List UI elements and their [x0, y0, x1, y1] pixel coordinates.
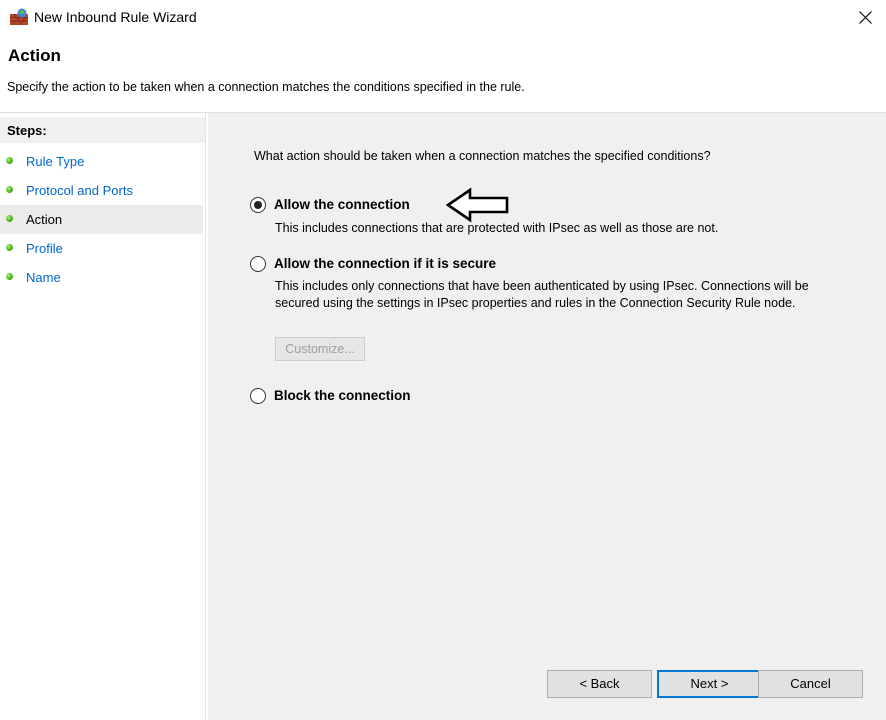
sidebar-item-label: Name [26, 270, 61, 285]
customize-button[interactable]: Customize... [275, 337, 365, 361]
allow-if-secure-description: This includes only connections that have… [275, 279, 809, 310]
page-title: Action [8, 46, 61, 65]
sidebar-item-label: Protocol and Ports [26, 183, 133, 198]
page-description: Specify the action to be taken when a co… [7, 80, 525, 94]
sidebar-item-label: Profile [26, 241, 63, 256]
block-connection-radio[interactable] [250, 388, 266, 404]
close-icon [859, 11, 872, 24]
sidebar-item-label: Action [26, 212, 63, 227]
arrow-left-icon [446, 187, 509, 223]
firewall-brick-icon [9, 8, 29, 26]
radio-selected-dot [254, 201, 262, 209]
title-bar: New Inbound Rule Wizard [0, 0, 886, 36]
step-bullet-icon [6, 215, 13, 222]
allow-connection-label[interactable]: Allow the connection [274, 197, 410, 212]
step-bullet-icon [6, 273, 13, 280]
steps-header: Steps: [0, 117, 205, 143]
sidebar-item-protocol-and-ports[interactable]: Protocol and Ports [0, 176, 203, 205]
action-panel: What action should be taken when a conne… [208, 113, 886, 720]
sidebar-item-profile[interactable]: Profile [0, 234, 203, 263]
sidebar-item-name[interactable]: Name [0, 263, 203, 292]
back-button[interactable]: < Back [547, 670, 652, 698]
window-title: New Inbound Rule Wizard [34, 9, 197, 25]
allow-connection-description: This includes connections that are prote… [275, 221, 719, 235]
allow-connection-radio[interactable] [250, 197, 266, 213]
cancel-button[interactable]: Cancel [758, 670, 863, 698]
step-bullet-icon [6, 244, 13, 251]
close-button[interactable] [846, 0, 886, 34]
action-question: What action should be taken when a conne… [254, 149, 711, 163]
sidebar-item-action[interactable]: Action [0, 205, 203, 234]
sidebar-item-rule-type[interactable]: Rule Type [0, 147, 203, 176]
block-connection-label[interactable]: Block the connection [274, 388, 411, 403]
step-bullet-icon [6, 157, 13, 164]
allow-if-secure-label[interactable]: Allow the connection if it is secure [274, 256, 496, 271]
steps-header-label: Steps: [7, 123, 47, 138]
step-bullet-icon [6, 186, 13, 193]
next-button[interactable]: Next > [657, 670, 762, 698]
allow-if-secure-radio[interactable] [250, 256, 266, 272]
steps-sidebar: Steps: Rule Type Protocol and Ports Acti… [0, 113, 206, 720]
sidebar-item-label: Rule Type [26, 154, 85, 169]
